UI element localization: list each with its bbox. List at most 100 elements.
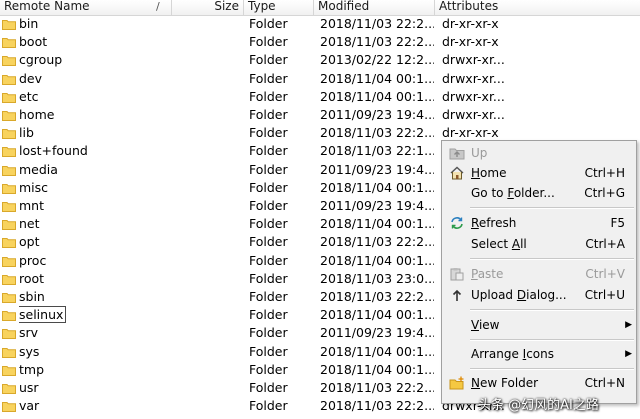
folder-name: misc	[19, 179, 49, 195]
folder-name: sys	[19, 343, 40, 359]
menu-item-shortcut: Ctrl+N	[584, 376, 625, 390]
menu-item-label: Arrange Icons	[471, 347, 554, 361]
column-header-label: Remote Name	[4, 0, 90, 13]
folder-icon	[2, 146, 16, 158]
paste-icon	[449, 267, 465, 281]
folder-name: proc	[19, 252, 47, 268]
upload-arrow-icon	[449, 288, 465, 302]
column-header-type[interactable]: Type	[244, 0, 314, 15]
cell-remote-name: media	[19, 161, 169, 179]
cell-type: Folder	[249, 307, 288, 323]
cell-remote-name: etc	[19, 88, 169, 106]
column-header-attributes[interactable]: Attributes	[435, 0, 640, 15]
folder-icon	[2, 383, 16, 394]
folder-name: boot	[19, 34, 48, 50]
cell-modified: 2018/11/04 00:1...	[320, 343, 434, 359]
menu-item-paste[interactable]: Paste Ctrl+V	[442, 264, 636, 284]
cell-remote-name: usr	[19, 379, 169, 397]
table-row[interactable]: boot Folder 2018/11/03 22:2... dr-xr-xr-x	[0, 33, 640, 51]
table-row[interactable]: bin Folder 2018/11/03 22:2... dr-xr-xr-x	[0, 15, 640, 33]
folder-up-icon	[449, 146, 465, 160]
cell-modified: 2011/09/23 19:4...	[320, 198, 434, 213]
cell-modified: 2018/11/03 22:1...	[320, 143, 434, 159]
cell-remote-name: lib	[19, 124, 169, 142]
folder-icon	[2, 92, 16, 103]
menu-separator	[470, 309, 634, 311]
cell-type: Folder	[249, 179, 288, 195]
column-header-bar: Remote Name / Size Type Modified Attribu…	[0, 0, 640, 16]
folder-name: sbin	[19, 289, 45, 304]
menu-item-refresh[interactable]: Refresh F5	[442, 213, 636, 233]
table-row[interactable]: home Folder 2011/09/23 19:4... drwxr-xr...	[0, 106, 640, 124]
cell-modified: 2018/11/03 22:2...	[320, 398, 434, 414]
cell-type: Folder	[249, 398, 288, 414]
cell-attributes: dr-xr-xr-x	[442, 16, 499, 31]
folder-name: etc	[19, 88, 39, 104]
cell-type: Folder	[249, 16, 288, 31]
menu-item-shortcut: Ctrl+A	[585, 237, 625, 251]
table-row[interactable]: dev Folder 2018/11/04 00:1... drwxr-xr...	[0, 70, 640, 88]
cell-type: Folder	[249, 70, 288, 86]
cell-attributes: drwxr-xr...	[442, 107, 505, 122]
cell-modified: 2018/11/04 00:1...	[320, 70, 434, 86]
folder-icon	[2, 183, 16, 194]
menu-item-shortcut: Ctrl+H	[584, 166, 625, 180]
cell-remote-name: home	[19, 106, 169, 124]
menu-item-shortcut: Ctrl+U	[584, 288, 625, 302]
column-header-remote-name[interactable]: Remote Name	[0, 0, 172, 15]
folder-name: opt	[19, 234, 40, 250]
folder-name: cgroup	[19, 52, 63, 68]
menu-item-go-to-folder[interactable]: Go to Folder... Ctrl+G	[442, 183, 636, 203]
folder-name: dev	[19, 70, 43, 86]
cell-remote-name: mnt	[19, 197, 169, 215]
cell-type: Folder	[249, 270, 288, 286]
cell-remote-name: root	[19, 270, 169, 288]
folder-icon	[2, 19, 16, 30]
cell-attributes: drwxr-xr...	[442, 70, 505, 86]
menu-item-home[interactable]: Home Ctrl+H	[442, 163, 636, 183]
menu-item-shortcut: F5	[610, 216, 625, 230]
cell-type: Folder	[249, 107, 288, 122]
menu-item-up[interactable]: Up	[442, 143, 636, 163]
column-header-size[interactable]: Size	[172, 0, 244, 15]
cell-remote-name: cgroup	[19, 51, 169, 69]
menu-separator	[470, 207, 634, 209]
menu-item-label: New Folder	[471, 376, 539, 390]
cell-remote-name: sbin	[19, 288, 169, 306]
cell-modified: 2018/11/04 00:1...	[320, 179, 434, 195]
folder-name: usr	[19, 380, 39, 395]
menu-item-view[interactable]: View ▶	[442, 315, 636, 335]
cell-modified: 2011/09/23 19:4...	[320, 325, 434, 341]
cell-type: Folder	[249, 252, 288, 268]
cell-remote-name: bin	[19, 15, 169, 33]
folder-icon	[2, 256, 16, 267]
cell-remote-name: tmp	[19, 361, 169, 379]
submenu-arrow-icon: ▶	[625, 349, 632, 359]
watermark: 头条 @幻风的AI之路	[478, 398, 599, 413]
menu-item-label: Refresh	[471, 216, 517, 230]
cell-remote-name: selinux	[19, 306, 169, 324]
menu-item-select-all[interactable]: Select All Ctrl+A	[442, 234, 636, 254]
menu-separator	[470, 339, 634, 341]
cell-type: Folder	[249, 52, 288, 68]
cell-remote-name: lost+found	[19, 142, 169, 160]
folder-name: media	[19, 161, 58, 177]
column-header-modified[interactable]: Modified	[314, 0, 435, 15]
menu-item-arrange-icons[interactable]: Arrange Icons ▶	[442, 344, 636, 364]
folder-name: bin	[19, 16, 39, 31]
menu-item-label: Upload Dialog...	[471, 288, 567, 302]
folder-name: var	[19, 398, 40, 414]
menu-item-upload-dialog[interactable]: Upload Dialog... Ctrl+U	[442, 285, 636, 305]
menu-item-label: Select All	[471, 237, 527, 251]
cell-modified: 2018/11/03 22:2...	[320, 289, 434, 304]
menu-separator	[470, 368, 634, 370]
folder-name: lib	[19, 125, 34, 141]
cell-type: Folder	[249, 198, 288, 213]
menu-item-new-folder[interactable]: New Folder Ctrl+N	[442, 373, 636, 393]
menu-item-shortcut: Ctrl+V	[585, 267, 625, 281]
cell-modified: 2018/11/03 23:0...	[320, 270, 434, 286]
cell-attributes: dr-xr-xr-x	[442, 34, 499, 50]
folder-icon	[2, 37, 16, 49]
table-row[interactable]: cgroup Folder 2013/02/22 12:2... drwxr-xr..…	[0, 51, 640, 69]
table-row[interactable]: etc Folder 2018/11/04 00:1... drwxr-xr...	[0, 88, 640, 106]
